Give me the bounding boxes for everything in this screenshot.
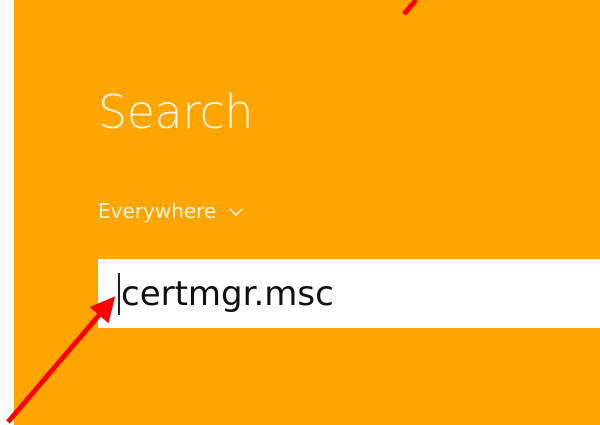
- search-title: Search: [98, 85, 254, 139]
- search-input[interactable]: [121, 268, 561, 319]
- text-caret: [118, 272, 120, 315]
- search-scope-dropdown[interactable]: Everywhere: [98, 196, 246, 226]
- search-box[interactable]: [98, 259, 600, 328]
- chevron-down-icon: [229, 208, 243, 217]
- search-scope-label: Everywhere: [98, 199, 217, 223]
